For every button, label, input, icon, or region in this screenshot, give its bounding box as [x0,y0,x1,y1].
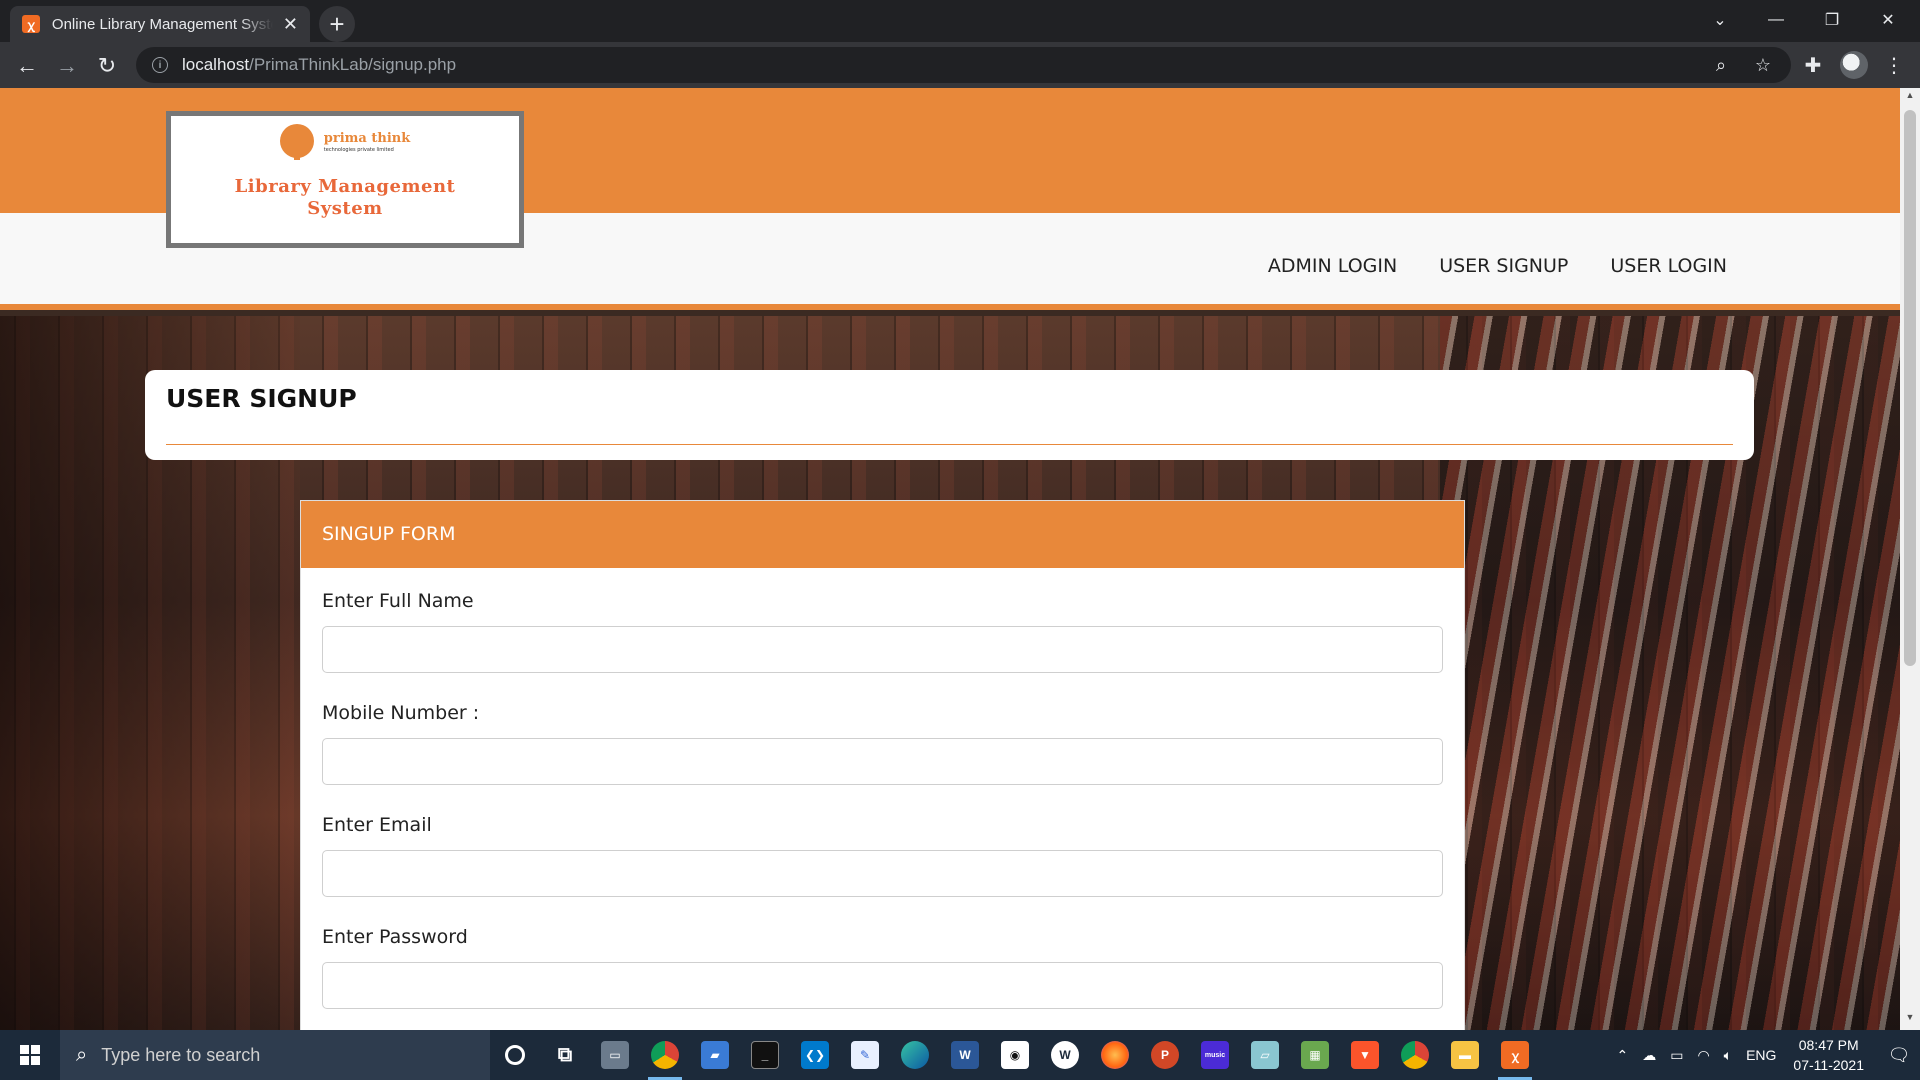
scroll-up-arrow-icon[interactable]: ▲ [1900,90,1920,106]
title-divider [166,444,1733,445]
extensions-puzzle-icon[interactable]: ✚ [1799,51,1827,79]
vscode-icon[interactable]: ❮❯ [790,1030,840,1080]
address-bar[interactable]: i localhost/PrimaThinkLab/signup.php ⌕ ☆ [136,47,1791,83]
clock-time: 08:47 PM [1798,1037,1859,1053]
logo-title-line2: System [307,198,383,219]
notepad-icon[interactable]: ✎ [840,1030,890,1080]
page-viewport: ADMIN LOGIN USER SIGNUP USER LOGIN prima… [0,88,1920,1030]
page-title: USER SIGNUP [166,384,357,413]
signup-form-card: SINGUP FORM Enter Full Name Mobile Numbe… [300,500,1465,1030]
minimize-button[interactable]: — [1748,0,1804,40]
tab-title: Online Library Management System [51,15,273,33]
taskbar-search-placeholder: Type here to search [101,1044,261,1065]
chrome-menu-icon[interactable]: ⋮ [1880,51,1908,79]
file-explorer-icon[interactable]: ▬ [1440,1030,1490,1080]
camera-icon[interactable]: ◉ [990,1030,1040,1080]
tab-search-icon[interactable]: ⌄ [1692,0,1748,40]
laptop-app-icon[interactable]: ▰ [690,1030,740,1080]
logo-title-line1: Library Management [234,176,456,197]
nav-user-signup[interactable]: USER SIGNUP [1439,255,1568,277]
language-indicator[interactable]: ENG [1746,1047,1776,1063]
terminal-icon[interactable]: _ [740,1030,790,1080]
edge-icon[interactable] [890,1030,940,1080]
chrome-taskbar-icon[interactable] [640,1030,690,1080]
browser-tab[interactable]: ꭓ Online Library Management System ✕ [10,6,310,42]
word-icon[interactable]: W [940,1030,990,1080]
profile-avatar[interactable] [1840,51,1868,79]
clock-date: 07-11-2021 [1793,1057,1864,1073]
full-name-label: Enter Full Name [322,590,474,612]
nav-user-login[interactable]: USER LOGIN [1610,255,1727,277]
close-window-button[interactable]: ✕ [1860,0,1916,40]
taskbar-search-box[interactable]: ⌕ Type here to search [60,1030,490,1080]
logo-brand-subtitle: technologies private limited [323,147,394,153]
email-input[interactable] [322,850,1443,897]
page-scrollbar[interactable]: ▲ ▼ [1900,88,1920,1030]
bookmark-star-icon[interactable]: ☆ [1752,55,1774,76]
scrollbar-thumb[interactable] [1904,110,1916,666]
restore-button[interactable]: ❐ [1804,0,1860,40]
signup-form: Enter Full Name Mobile Number : Enter Em… [301,568,1464,1009]
reload-button[interactable]: ↻ [90,49,124,83]
password-input[interactable] [322,962,1443,1009]
browser-toolbar: ← → ↻ i localhost/PrimaThinkLab/signup.p… [0,42,1920,88]
url-path: /PrimaThinkLab/signup.php [249,55,457,74]
site-info-icon[interactable]: i [152,57,168,73]
page-title-card: USER SIGNUP [145,370,1754,460]
notification-center-icon[interactable]: 🗨︎ [1878,1030,1920,1080]
logo-brand-name: prima think [323,131,411,146]
windows-taskbar: ⌕ Type here to search ⧉ ▭ ▰ _ ❮❯ ✎ W ◉ W… [0,1030,1920,1080]
zoom-icon[interactable]: ⌕ [1710,55,1732,76]
windows-logo-icon [20,1045,40,1065]
nav-admin-login[interactable]: ADMIN LOGIN [1268,255,1397,277]
mobile-number-input[interactable] [322,738,1443,785]
show-hidden-icons-icon[interactable]: ⌃ [1616,1047,1628,1064]
powerpoint-icon[interactable]: P [1140,1030,1190,1080]
notes-app-icon[interactable]: ▱ [1240,1030,1290,1080]
browser-tab-strip: ꭓ Online Library Management System ✕ + ⌄… [0,0,1920,42]
close-tab-icon[interactable]: ✕ [283,14,298,35]
password-label: Enter Password [322,926,468,948]
task-view-icon[interactable]: ⧉ [540,1030,590,1080]
new-tab-button[interactable]: + [319,6,355,42]
volume-icon[interactable]: 🔈︎ [1724,1047,1732,1064]
battery-icon[interactable]: ▭ [1670,1047,1683,1064]
amazon-music-icon[interactable]: music [1190,1030,1240,1080]
brave-icon[interactable]: ▼ [1340,1030,1390,1080]
system-tray: ⌃ ☁ ▭ ◠ 🔈︎ ENG 08:47 PM 07-11-2021 🗨︎ [1609,1030,1920,1080]
main-nav: ADMIN LOGIN USER SIGNUP USER LOGIN [1268,255,1727,277]
wifi-icon[interactable]: ◠ [1697,1047,1709,1064]
xampp-taskbar-icon[interactable]: ꭓ [1490,1030,1540,1080]
sql-server-icon[interactable]: ▭ [590,1030,640,1080]
firefox-icon[interactable] [1090,1030,1140,1080]
url-host: localhost [182,55,250,74]
back-button[interactable]: ← [10,49,44,83]
full-name-input[interactable] [322,626,1443,673]
cortana-icon[interactable] [490,1030,540,1080]
app-w-icon[interactable]: W [1040,1030,1090,1080]
lightbulb-icon [279,124,314,160]
scroll-down-arrow-icon[interactable]: ▼ [1900,1012,1920,1028]
spreadsheet-app-icon[interactable]: ▦ [1290,1030,1340,1080]
email-label: Enter Email [322,814,432,836]
logo-brand: prima think technologies private limited [279,124,411,160]
mobile-number-label: Mobile Number : [322,702,480,724]
xampp-icon: ꭓ [22,15,40,33]
form-title: SINGUP FORM [301,501,1464,568]
chrome-profile-icon[interactable] [1390,1030,1440,1080]
forward-button[interactable]: → [50,49,84,83]
logo-title: Library Management System [235,176,456,220]
search-icon: ⌕ [76,1043,88,1066]
onedrive-icon[interactable]: ☁ [1642,1047,1656,1064]
site-logo[interactable]: prima think technologies private limited… [166,111,524,248]
start-button[interactable] [0,1030,60,1080]
taskbar-clock[interactable]: 08:47 PM 07-11-2021 [1793,1035,1864,1075]
